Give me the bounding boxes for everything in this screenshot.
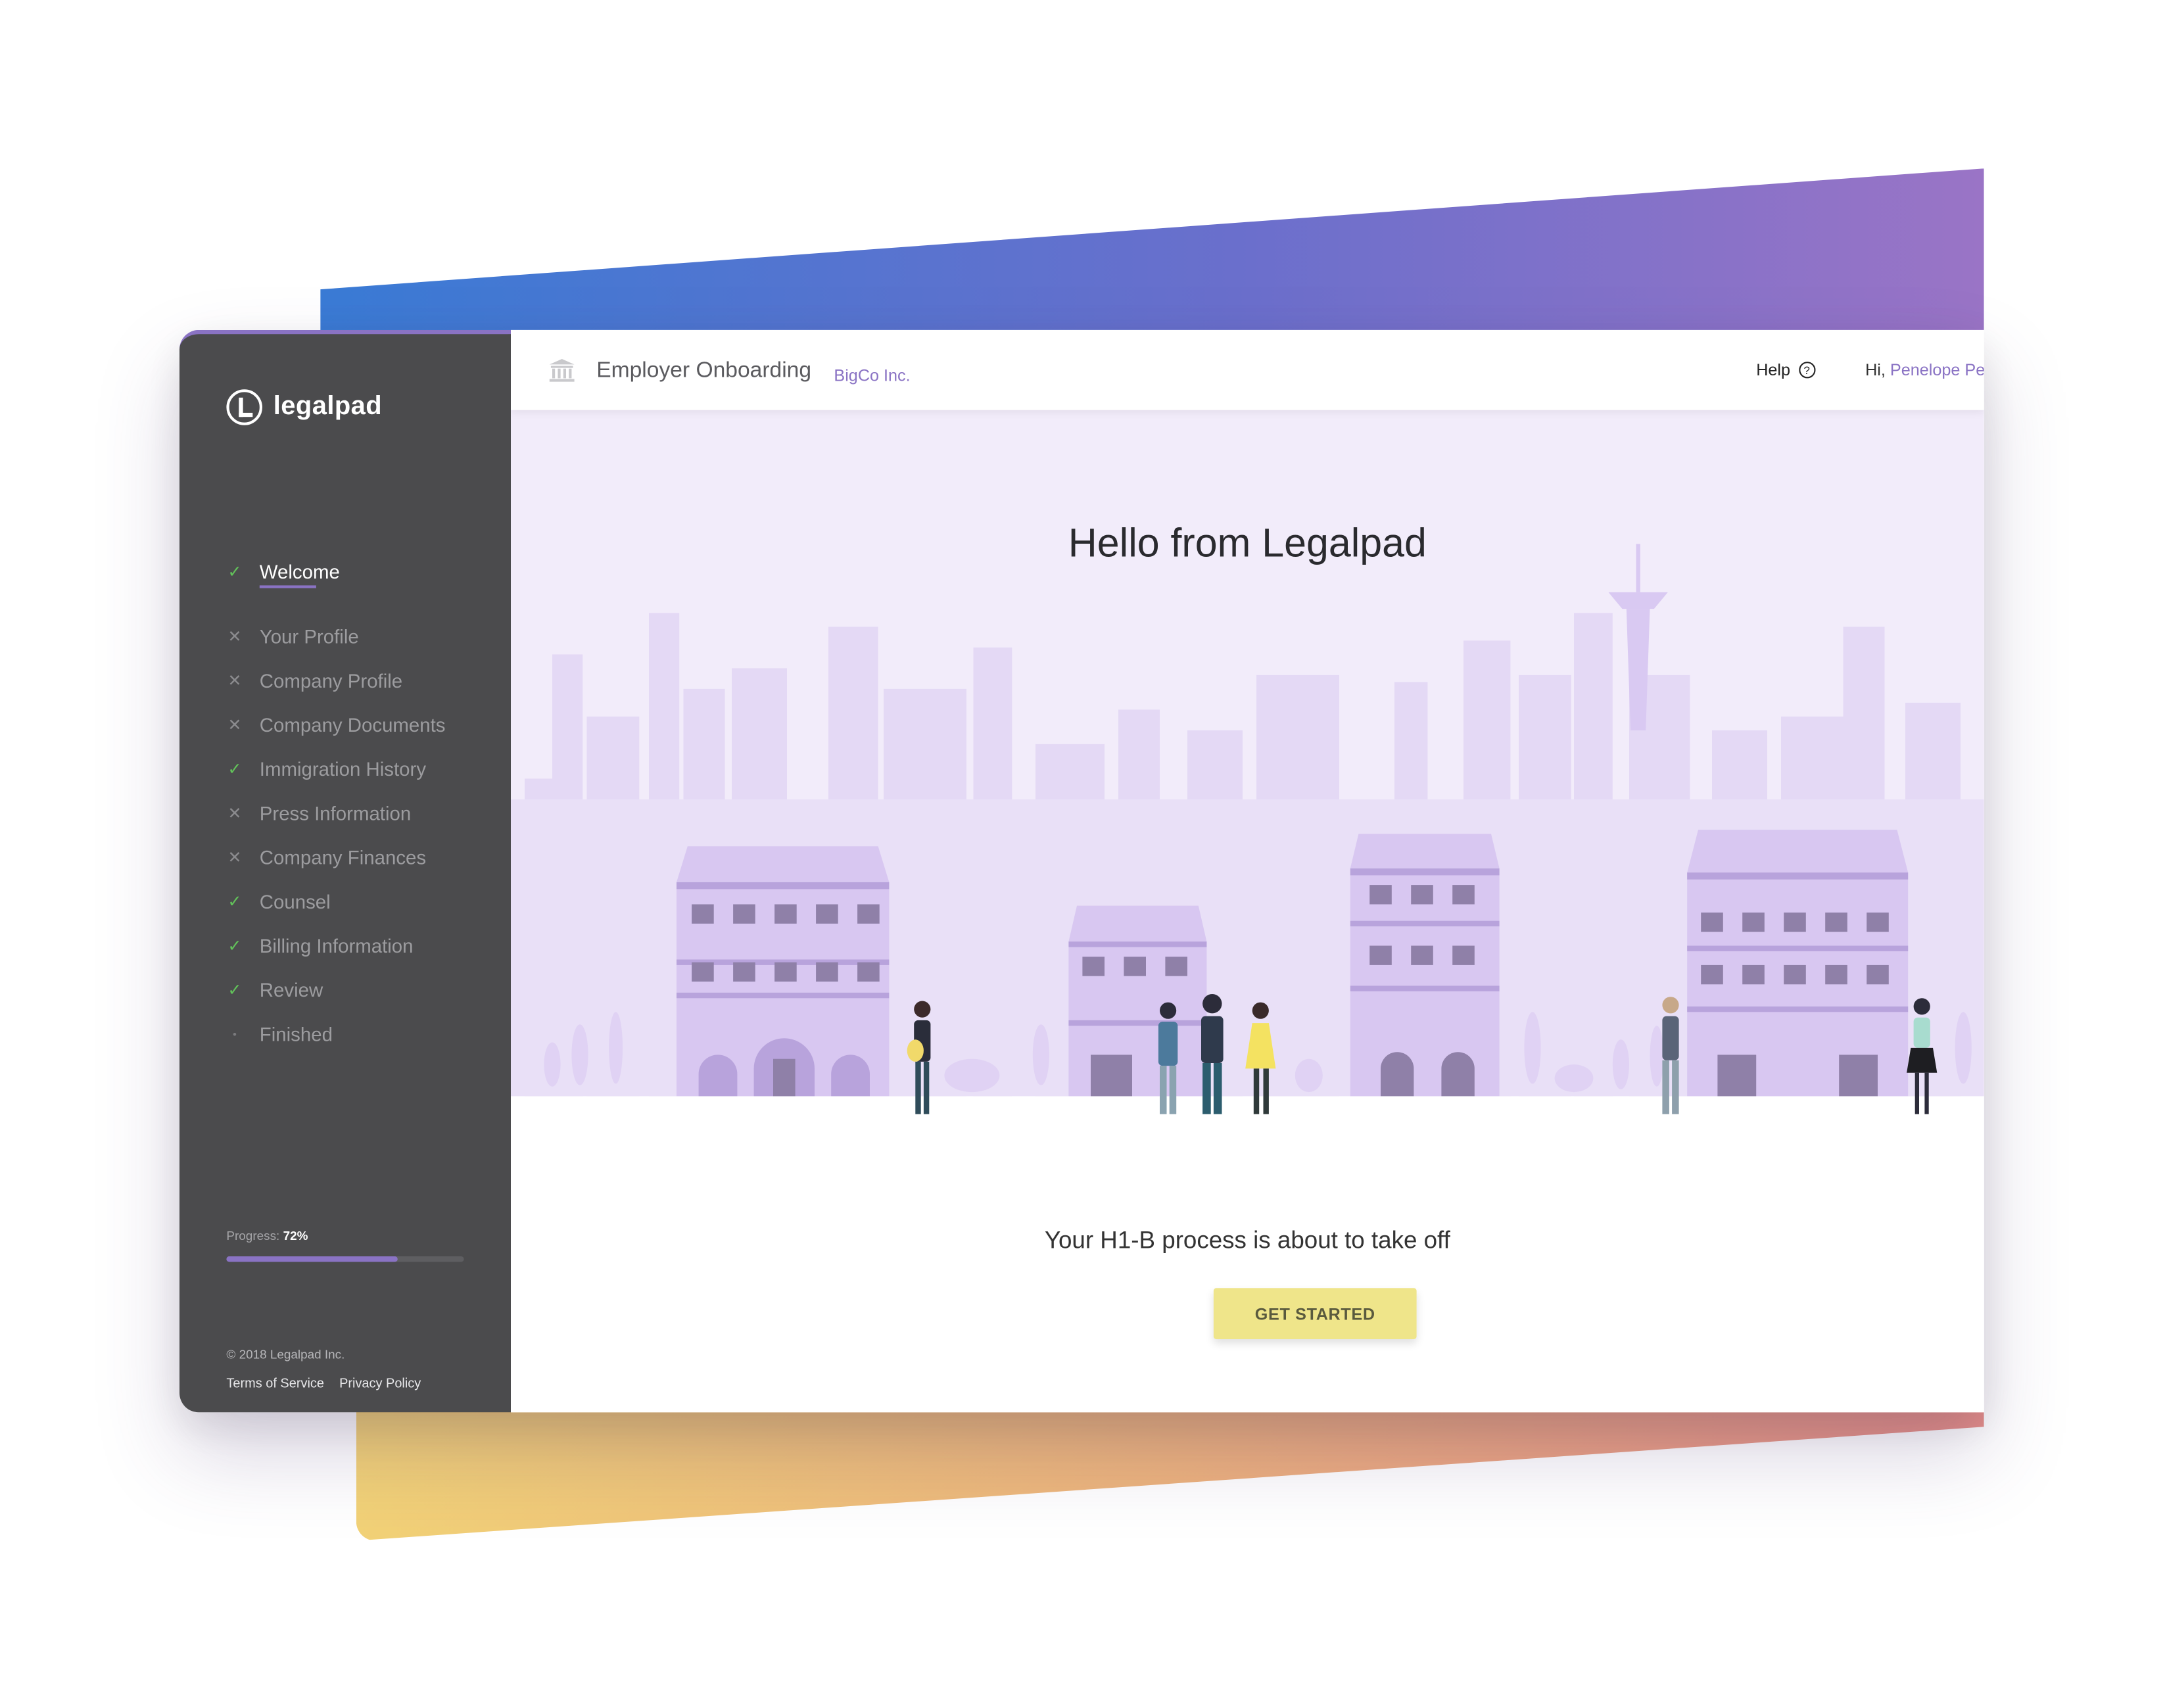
step-label: Company Documents <box>259 713 446 736</box>
step-billing-information[interactable]: ✓ Billing Information <box>225 924 445 968</box>
step-label: Billing Information <box>259 934 414 957</box>
step-label: Company Profile <box>259 669 403 692</box>
check-icon: ✓ <box>227 759 242 779</box>
check-icon: ✓ <box>227 936 242 956</box>
brand-name: legalpad <box>273 392 383 421</box>
progress-bar-fill <box>226 1256 398 1262</box>
decorative-gradient-top <box>320 168 1984 335</box>
progress-label-text: Progress: <box>226 1228 280 1243</box>
get-started-button[interactable]: GET STARTED <box>1213 1288 1417 1339</box>
privacy-policy-link[interactable]: Privacy Policy <box>339 1377 421 1392</box>
step-label: Welcome <box>259 560 340 583</box>
company-name[interactable]: BigCo Inc. <box>834 366 910 385</box>
step-label: Your Profile <box>259 625 359 648</box>
step-company-finances[interactable]: ✕ Company Finances <box>225 836 445 880</box>
terms-of-service-link[interactable]: Terms of Service <box>226 1377 324 1392</box>
progress-label: Progress: 72% <box>226 1229 308 1243</box>
step-company-profile[interactable]: ✕ Company Profile <box>225 659 445 703</box>
building-4 <box>1687 830 1909 1097</box>
city-skyline-illustration <box>510 544 1984 1114</box>
welcome-heading: Hello from Legalpad <box>1068 522 1427 567</box>
greeting-prefix: Hi, <box>1865 360 1886 380</box>
bank-icon <box>549 359 575 382</box>
step-welcome[interactable]: ✓ Welcome <box>225 550 445 594</box>
step-your-profile[interactable]: ✕ Your Profile <box>225 614 445 658</box>
process-subheading: Your H1-B process is about to take off <box>1044 1225 1450 1253</box>
step-label: Company Finances <box>259 846 427 868</box>
step-company-documents[interactable]: ✕ Company Documents <box>225 703 445 747</box>
help-label: Help <box>1756 360 1791 380</box>
sidebar: legalpad ✓ Welcome ✕ Your Profile ✕ Company P… <box>179 329 511 1413</box>
question-circle-icon: ? <box>1798 362 1815 379</box>
step-review[interactable]: ✓ Review <box>225 968 445 1012</box>
top-bar: Employer Onboarding BigCo Inc. Help ? Hi… <box>510 329 1984 410</box>
x-icon: ✕ <box>227 715 242 735</box>
progress-bar <box>226 1256 464 1262</box>
step-label: Immigration History <box>259 757 427 780</box>
footer-links: Terms of Service Privacy Policy <box>226 1377 421 1392</box>
x-icon: ✕ <box>227 847 242 867</box>
page-title: Employer Onboarding <box>596 359 812 383</box>
promo-stage: legalpad ✓ Welcome ✕ Your Profile ✕ Company P… <box>0 0 2165 1708</box>
building-2 <box>1068 905 1207 1097</box>
check-icon: ✓ <box>227 980 242 1000</box>
copyright: © 2018 Legalpad Inc. <box>226 1347 345 1362</box>
building-1 <box>677 846 890 1097</box>
check-icon: ✓ <box>227 561 242 582</box>
main-content: Employer Onboarding BigCo Inc. Help ? Hi… <box>510 329 1984 1413</box>
user-greeting[interactable]: Hi, Penelope Pe <box>1865 360 1984 379</box>
user-name: Penelope Pe <box>1890 360 1984 380</box>
progress-value: 72% <box>283 1228 308 1243</box>
dot-icon: • <box>233 1028 237 1041</box>
step-counsel[interactable]: ✓ Counsel <box>225 880 445 924</box>
building-3 <box>1350 834 1500 1097</box>
x-icon: ✕ <box>227 803 242 823</box>
step-label: Press Information <box>259 802 412 824</box>
step-press-information[interactable]: ✕ Press Information <box>225 791 445 835</box>
x-icon: ✕ <box>227 671 242 690</box>
step-finished[interactable]: • Finished <box>225 1012 445 1056</box>
step-label: Counsel <box>259 890 331 913</box>
help-button[interactable]: Help ? <box>1756 360 1815 380</box>
decorative-gradient-bottom <box>356 1408 1984 1541</box>
legalpad-logo-icon <box>226 389 262 425</box>
step-label: Review <box>259 978 323 1001</box>
step-label: Finished <box>259 1023 333 1045</box>
active-step-underline <box>259 585 316 588</box>
step-immigration-history[interactable]: ✓ Immigration History <box>225 747 445 791</box>
brand-logo[interactable]: legalpad <box>226 389 382 425</box>
x-icon: ✕ <box>227 627 242 646</box>
check-icon: ✓ <box>227 891 242 911</box>
person-group <box>1158 993 1276 1114</box>
onboarding-steps: ✓ Welcome ✕ Your Profile ✕ Company Profile ✕ Co… <box>225 550 445 1056</box>
